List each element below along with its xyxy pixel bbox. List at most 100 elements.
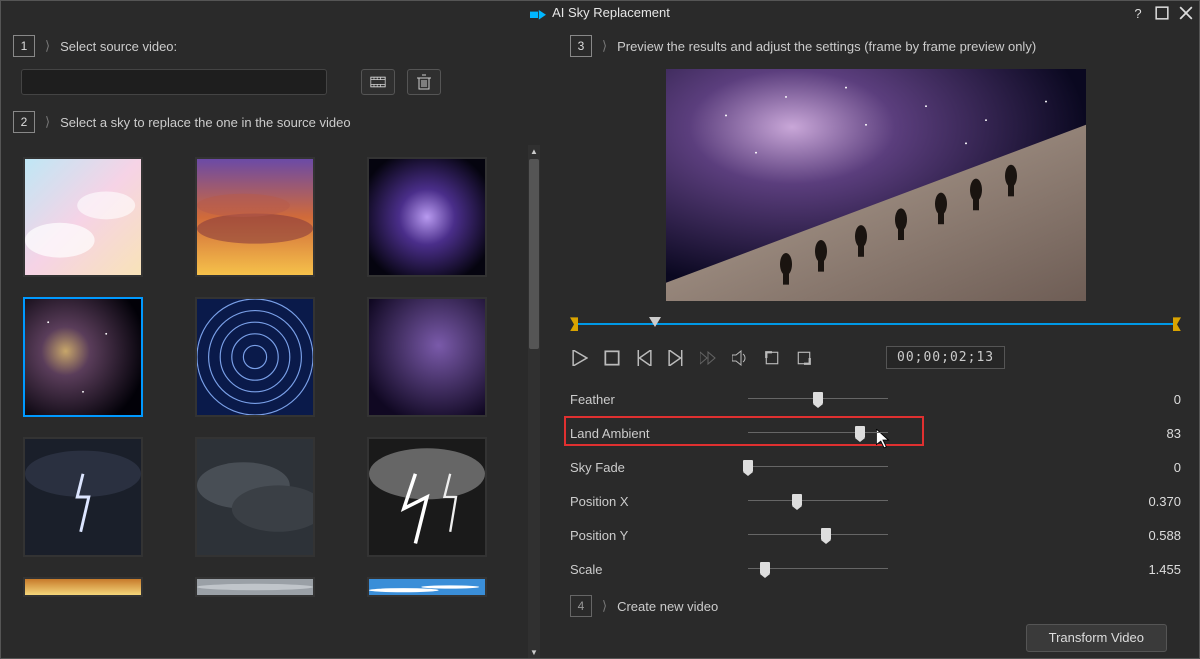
step-1-label: Select source video:	[60, 39, 177, 54]
slider-handle[interactable]	[743, 460, 753, 472]
sky-thumbnail[interactable]	[367, 297, 487, 417]
step-1-number: 1	[13, 35, 35, 57]
chevron-icon: ⟩	[45, 38, 50, 54]
slider-position_y: Position Y 0.588	[570, 523, 1181, 547]
timeline-in-marker[interactable]	[570, 317, 578, 331]
titlebar: AI Sky Replacement ?	[1, 1, 1199, 25]
preview-viewport[interactable]	[666, 69, 1086, 301]
footer: Transform Video	[570, 617, 1181, 658]
timeline-playhead[interactable]	[649, 317, 661, 329]
sky-thumbnail[interactable]	[367, 577, 487, 597]
sky-gallery: ▲ ▼	[13, 145, 540, 658]
maximize-button[interactable]	[1155, 6, 1169, 20]
preview-timeline[interactable]	[570, 315, 1181, 332]
step-4-label: Create new video	[617, 599, 718, 614]
gallery-scrollbar[interactable]: ▲ ▼	[528, 145, 540, 658]
slider-label: Position Y	[570, 528, 748, 543]
timeline-out-marker[interactable]	[1173, 317, 1181, 331]
slider-handle[interactable]	[813, 392, 823, 404]
slider-handle[interactable]	[760, 562, 770, 574]
transform-video-button[interactable]: Transform Video	[1026, 624, 1167, 652]
slider-track[interactable]	[748, 460, 888, 474]
slider-position_x: Position X 0.370	[570, 489, 1181, 513]
slider-value: 83	[1121, 426, 1181, 441]
slider-track[interactable]	[748, 528, 888, 542]
timecode-display[interactable]: 00;00;02;13	[886, 346, 1005, 369]
step-4-number: 4	[570, 595, 592, 617]
slider-value: 1.455	[1121, 562, 1181, 577]
source-path-input[interactable]	[21, 69, 327, 95]
body: 1 ⟩ Select source video: 2 ⟩ Select a sk…	[1, 25, 1199, 658]
scroll-down-icon[interactable]: ▼	[528, 646, 540, 658]
left-panel: 1 ⟩ Select source video: 2 ⟩ Select a sk…	[1, 25, 552, 658]
stop-button[interactable]	[602, 348, 622, 368]
browse-video-button[interactable]	[361, 69, 395, 95]
right-panel: 3 ⟩ Preview the results and adjust the s…	[552, 25, 1199, 658]
slider-handle[interactable]	[821, 528, 831, 540]
adjustment-sliders: Feather0 Land Ambient 83 Sky Fade 0 Position …	[570, 387, 1181, 581]
delete-source-button[interactable]	[407, 69, 441, 95]
step-2-header: 2 ⟩ Select a sky to replace the one in t…	[13, 111, 540, 133]
slider-handle[interactable]	[855, 426, 865, 438]
slider-track[interactable]	[748, 392, 888, 406]
chevron-icon: ⟩	[45, 114, 50, 130]
window-buttons: ?	[1131, 1, 1193, 25]
source-row	[13, 69, 540, 95]
step-back-button[interactable]	[634, 348, 654, 368]
chevron-icon: ⟩	[602, 38, 607, 54]
sky-thumbnail[interactable]	[195, 297, 315, 417]
slider-value: 0	[1121, 460, 1181, 475]
scrollbar-handle[interactable]	[529, 159, 539, 349]
slider-land_ambient: Land Ambient 83	[570, 421, 1181, 445]
volume-button[interactable]	[730, 348, 750, 368]
step-3-label: Preview the results and adjust the setti…	[617, 39, 1036, 54]
slider-feather: Feather0	[570, 387, 1181, 411]
step-2-label: Select a sky to replace the one in the s…	[60, 115, 351, 130]
slider-label: Land Ambient	[570, 426, 748, 441]
trash-icon	[416, 74, 432, 90]
slider-track[interactable]	[748, 494, 888, 508]
fast-fwd-button[interactable]	[698, 348, 718, 368]
slider-track[interactable]	[748, 426, 888, 440]
step-fwd-button[interactable]	[666, 348, 686, 368]
transform-video-label: Transform Video	[1049, 630, 1144, 645]
timeline-track	[576, 323, 1175, 325]
sky-thumbnail[interactable]	[23, 437, 143, 557]
sky-thumbnail[interactable]	[195, 577, 315, 597]
sky-thumbnail[interactable]	[367, 437, 487, 557]
chevron-icon: ⟩	[602, 598, 607, 614]
step-3-header: 3 ⟩ Preview the results and adjust the s…	[570, 35, 1181, 57]
slider-label: Sky Fade	[570, 460, 748, 475]
help-button[interactable]: ?	[1131, 6, 1145, 20]
slider-label: Scale	[570, 562, 748, 577]
step-4-header: 4 ⟩ Create new video	[570, 595, 1181, 617]
slider-track[interactable]	[748, 562, 888, 576]
sky-thumbnail[interactable]	[23, 157, 143, 277]
app-window: AI Sky Replacement ? 1 ⟩ Select source v…	[0, 0, 1200, 659]
playback-controls: 00;00;02;13	[570, 346, 1181, 369]
window-title: AI Sky Replacement	[552, 5, 670, 20]
close-button[interactable]	[1179, 6, 1193, 20]
slider-value: 0.370	[1121, 494, 1181, 509]
step-2-number: 2	[13, 111, 35, 133]
sky-thumbnail[interactable]	[195, 437, 315, 557]
slider-label: Feather	[570, 392, 748, 407]
play-button[interactable]	[570, 348, 590, 368]
slider-label: Position X	[570, 494, 748, 509]
mark-out-button[interactable]	[794, 348, 814, 368]
slider-handle[interactable]	[792, 494, 802, 506]
preview-image	[666, 69, 1086, 301]
window-title-wrap: AI Sky Replacement	[530, 5, 670, 20]
slider-value: 0.588	[1121, 528, 1181, 543]
slider-scale: Scale 1.455	[570, 557, 1181, 581]
step-1-header: 1 ⟩ Select source video:	[13, 35, 540, 57]
app-logo-icon	[530, 8, 546, 18]
scroll-up-icon[interactable]: ▲	[528, 145, 540, 157]
sky-thumbnail[interactable]	[23, 577, 143, 597]
sky-thumbnail[interactable]	[367, 157, 487, 277]
mark-in-button[interactable]	[762, 348, 782, 368]
sky-thumbnail[interactable]	[23, 297, 143, 417]
slider-sky_fade: Sky Fade 0	[570, 455, 1181, 479]
sky-thumbnail[interactable]	[195, 157, 315, 277]
film-strip-icon	[370, 74, 386, 90]
